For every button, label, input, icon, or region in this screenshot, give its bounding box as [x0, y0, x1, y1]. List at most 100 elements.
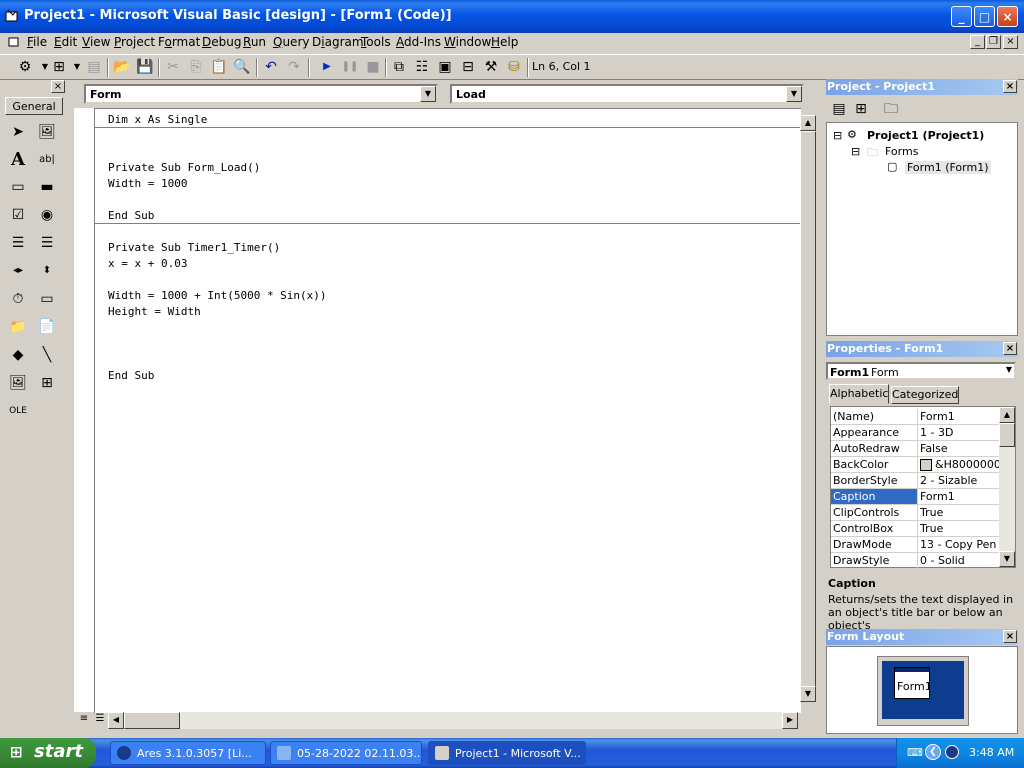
menu-file[interactable]: File — [27, 35, 47, 49]
frame-tool-icon[interactable]: ▭ — [7, 176, 29, 198]
project-panel-header[interactable]: Project - Project1 × — [826, 79, 1018, 95]
combobox-tool-icon[interactable]: ☰ — [7, 232, 29, 254]
code-line[interactable]: Width = 1000 — [108, 177, 187, 190]
title-bar[interactable]: Project1 - Microsoft Visual Basic [desig… — [0, 0, 1024, 33]
menu-debug[interactable]: Debug — [202, 35, 241, 49]
code-line[interactable]: Height = Width — [108, 305, 201, 318]
menu-add-ins[interactable]: Add-Ins — [396, 35, 441, 49]
menu-run[interactable]: Run — [243, 35, 266, 49]
hscrollbar-tool-icon[interactable]: ◂▸ — [7, 260, 29, 282]
open-folder-icon[interactable]: 📂 — [113, 58, 131, 76]
property-row[interactable]: BorderStyle 2 - Sizable — [831, 473, 999, 489]
tree-item-forms[interactable]: Forms — [885, 145, 918, 158]
toggle-folders-icon[interactable]: 🗀 — [882, 100, 900, 118]
checkbox-tool-icon[interactable]: ☑ — [7, 204, 29, 226]
property-row[interactable]: DrawMode 13 - Copy Pen — [831, 537, 999, 553]
property-row[interactable]: ControlBox True — [831, 521, 999, 537]
dirlistbox-tool-icon[interactable]: 📁 — [7, 316, 29, 338]
tree-expander-icon[interactable]: ⊟ — [851, 145, 860, 158]
menu-window[interactable]: Window — [444, 35, 491, 49]
property-value[interactable]: 1 - 3D — [920, 426, 1000, 439]
property-value[interactable]: Form1 — [920, 410, 1000, 423]
close-button[interactable]: × — [997, 6, 1018, 27]
scroll-left-icon[interactable]: ◀ — [108, 712, 124, 729]
property-value[interactable]: 2 - Sizable — [920, 474, 1000, 487]
properties-panel-header[interactable]: Properties - Form1 × — [826, 341, 1018, 357]
ole-tool-icon[interactable]: OLE — [7, 400, 29, 422]
data-tool-icon[interactable]: ⊞ — [36, 372, 58, 394]
toolbox-close-icon[interactable]: × — [51, 80, 65, 93]
view-code-icon[interactable]: ▤ — [830, 100, 848, 118]
vscrollbar-tool-icon[interactable]: ⬍ — [36, 260, 58, 282]
menu-help[interactable]: Help — [491, 35, 518, 49]
drivelistbox-tool-icon[interactable]: ▭ — [36, 288, 58, 310]
keyboard-icon[interactable]: ⌨ — [907, 746, 923, 759]
mdi-close-button[interactable]: × — [1003, 35, 1018, 49]
property-row[interactable]: DrawStyle 0 - Solid — [831, 553, 999, 569]
chevron-down-icon[interactable]: ▼ — [1006, 365, 1012, 374]
properties-panel-close-icon[interactable]: × — [1003, 342, 1017, 355]
scroll-thumb[interactable] — [999, 423, 1015, 447]
code-line[interactable]: Dim x As Single — [108, 113, 207, 126]
cut-icon[interactable]: ✂ — [164, 58, 182, 76]
show-hidden-icons-icon[interactable]: ❮ — [925, 744, 941, 760]
menu-project[interactable]: Project — [114, 35, 155, 49]
properties-window-icon[interactable]: ☷ — [413, 58, 431, 76]
optionbutton-tool-icon[interactable]: ◉ — [36, 204, 58, 226]
menu-tools[interactable]: Tools — [361, 35, 391, 49]
property-row[interactable]: ClipControls True — [831, 505, 999, 521]
menu-query[interactable]: Query — [273, 35, 309, 49]
image-tool-icon[interactable]: 🖼 — [7, 372, 29, 394]
property-value[interactable]: 13 - Copy Pen — [920, 538, 1000, 551]
form-layout-panel-header[interactable]: Form Layout × — [826, 629, 1018, 645]
property-row[interactable]: (Name) Form1 — [831, 409, 999, 425]
code-line[interactable]: Private Sub Timer1_Timer() — [108, 241, 280, 254]
property-value[interactable]: 0 - Solid — [920, 554, 1000, 567]
tab-alphabetic[interactable]: Alphabetic — [829, 384, 889, 404]
object-selector[interactable]: Form1 Form ▼ — [826, 362, 1016, 380]
property-row[interactable]: BackColor&H8000000F — [831, 457, 999, 473]
project-explorer-icon[interactable]: ⧉ — [390, 58, 408, 76]
pointer-tool-icon[interactable]: ➤ — [7, 121, 29, 143]
copy-icon[interactable]: ⎘ — [187, 58, 205, 76]
mdi-restore-button[interactable]: ❐ — [986, 35, 1001, 49]
find-icon[interactable]: 🔍 — [233, 58, 251, 76]
listbox-tool-icon[interactable]: ☰ — [36, 232, 58, 254]
scroll-right-icon[interactable]: ▶ — [782, 712, 798, 729]
ares-tray-icon[interactable] — [945, 745, 959, 759]
code-vertical-scrollbar[interactable]: ▲ ▼ — [800, 115, 816, 702]
code-editor[interactable]: Dim x As Single Private Sub Form_Load() Wi… — [94, 108, 801, 713]
filelistbox-tool-icon[interactable]: 📄 — [36, 316, 58, 338]
menu-format[interactable]: Format — [158, 35, 200, 49]
chevron-down-icon[interactable]: ▼ — [786, 86, 802, 102]
undo-icon[interactable]: ↶ — [262, 58, 280, 76]
property-grid-scrollbar[interactable]: ▲ ▼ — [999, 407, 1015, 567]
menu-view[interactable]: View — [82, 35, 110, 49]
paste-icon[interactable]: 📋 — [210, 58, 228, 76]
code-line[interactable]: End Sub — [108, 209, 154, 222]
property-value[interactable]: &H8000000F — [935, 458, 999, 471]
tree-item-form1[interactable]: Form1 (Form1) — [905, 161, 991, 174]
code-line[interactable]: Private Sub Form_Load() — [108, 161, 260, 174]
add-project-icon[interactable]: ⚙ — [16, 58, 34, 76]
code-line[interactable]: Width = 1000 + Int(5000 * Sin(x)) — [108, 289, 327, 302]
procedure-view-icon[interactable]: ≡ — [76, 713, 92, 729]
code-line[interactable]: x = x + 0.03 — [108, 257, 187, 270]
toolbox-icon[interactable]: ⚒ — [482, 58, 500, 76]
scroll-down-icon[interactable]: ▼ — [800, 686, 816, 702]
save-icon[interactable]: 💾 — [136, 58, 154, 76]
tree-item-project[interactable]: Project1 (Project1) — [867, 129, 984, 142]
property-value[interactable]: Form1 — [920, 490, 1000, 503]
hscroll-thumb[interactable] — [124, 712, 180, 729]
chevron-down-icon[interactable]: ▼ — [420, 86, 436, 102]
commandbutton-tool-icon[interactable]: ▬ — [36, 176, 58, 198]
vb-app-icon[interactable] — [5, 9, 19, 23]
scroll-up-icon[interactable]: ▲ — [999, 407, 1015, 423]
start-run-icon[interactable]: ▶ — [318, 58, 336, 76]
code-margin[interactable] — [74, 108, 95, 712]
property-value[interactable]: True — [920, 506, 1000, 519]
maximize-button[interactable]: □ — [974, 6, 995, 27]
color-swatch[interactable] — [920, 459, 932, 471]
view-object-icon[interactable]: ⊞ — [852, 100, 870, 118]
start-button[interactable]: ⊞ start — [0, 738, 96, 768]
